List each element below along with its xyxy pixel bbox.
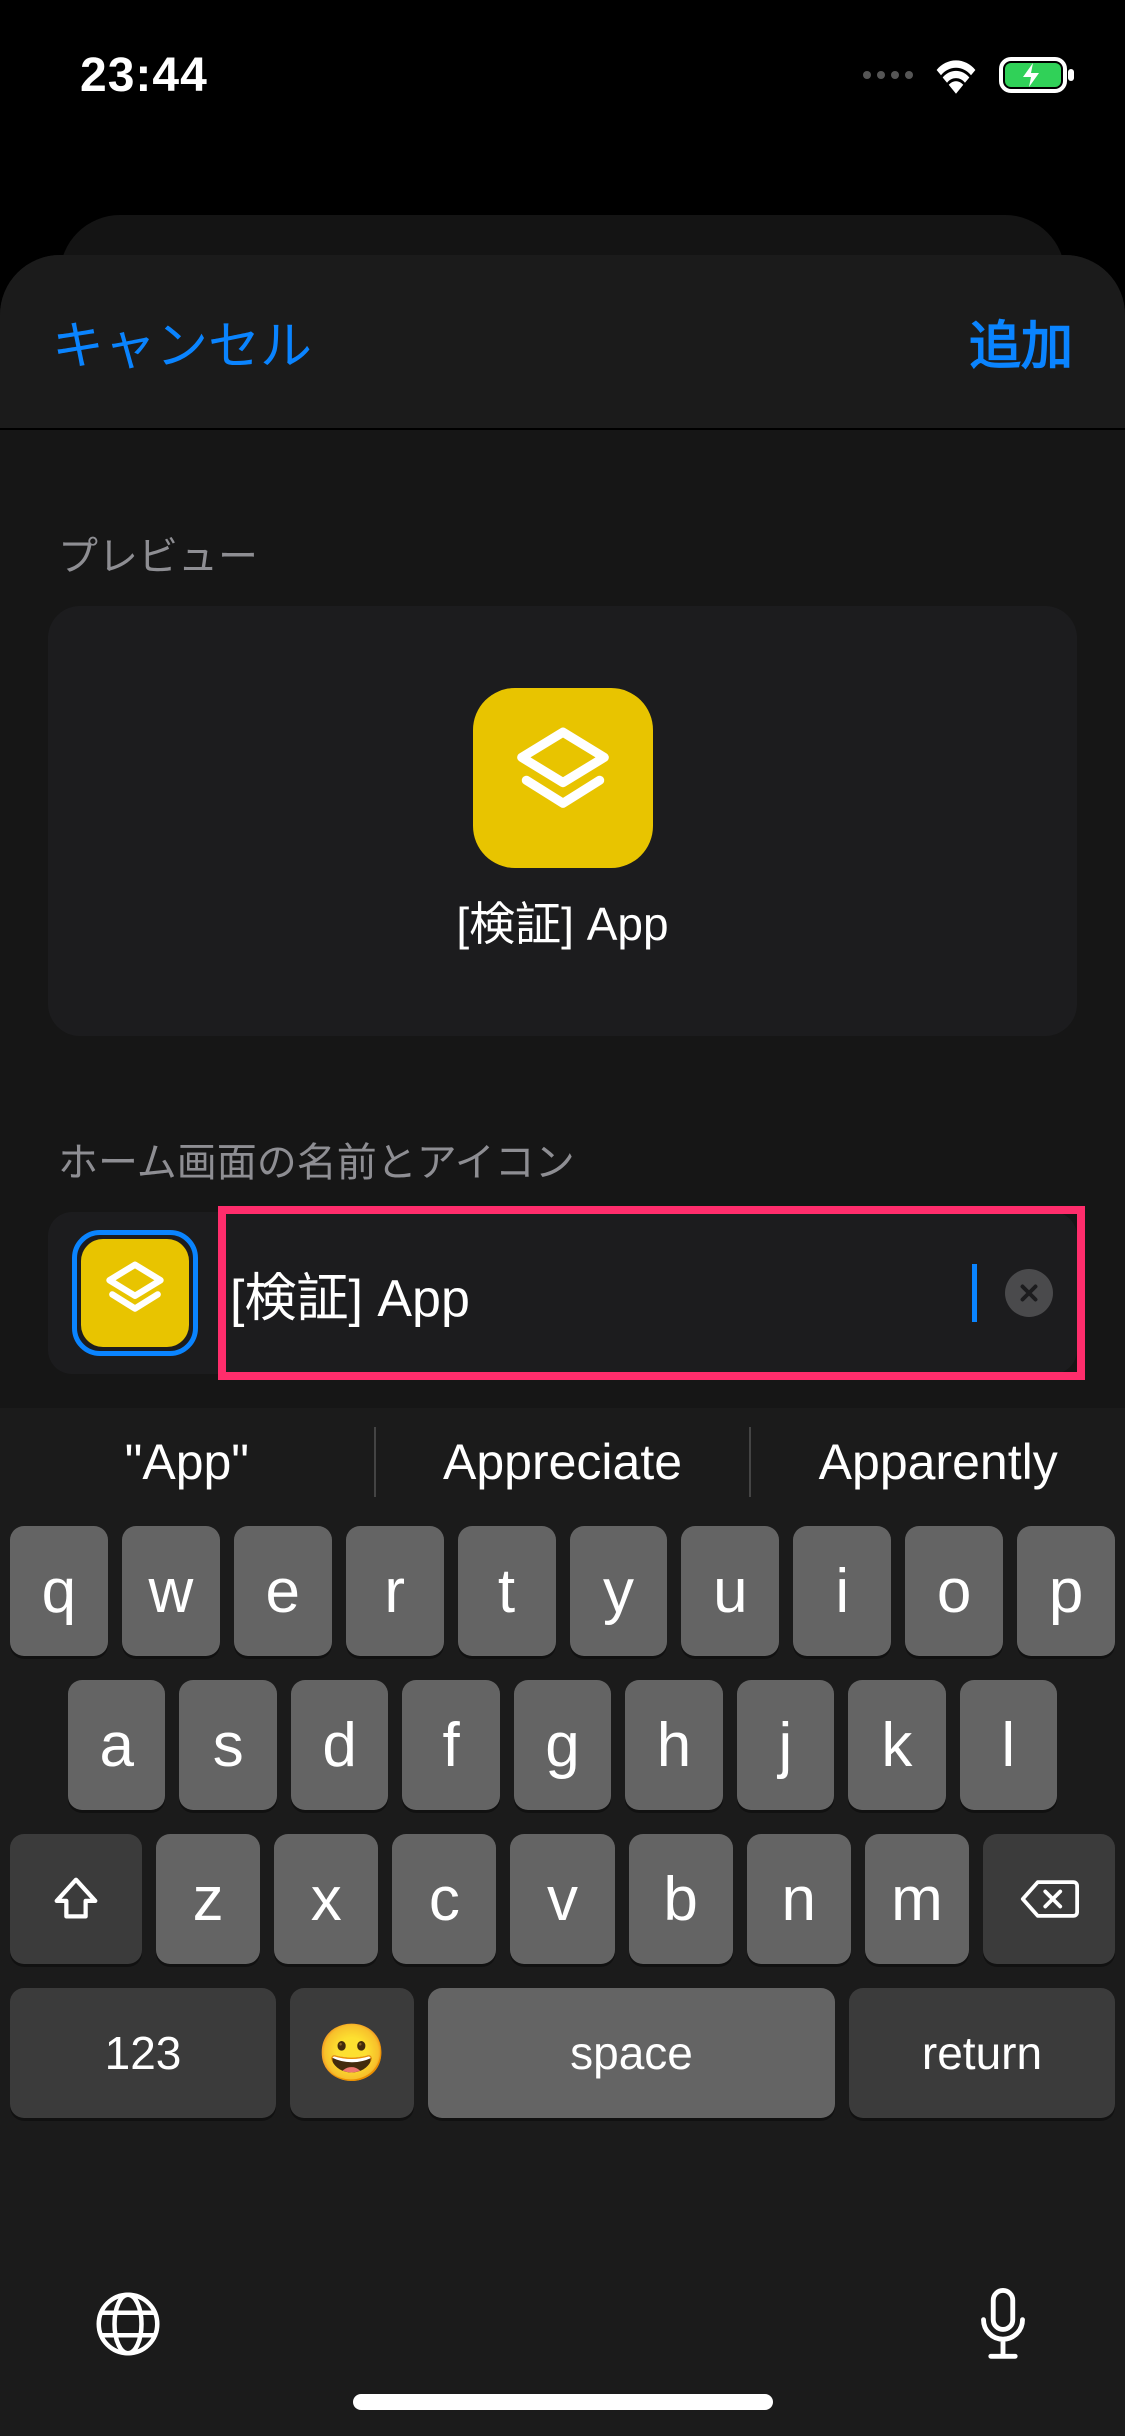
keyboard: "App" Appreciate Apparently q w e r t y … <box>0 1408 1125 2436</box>
key-z[interactable]: z <box>156 1834 260 1964</box>
wifi-icon <box>931 56 981 94</box>
key-d[interactable]: d <box>291 1680 388 1810</box>
suggestion-bar: "App" Appreciate Apparently <box>0 1408 1125 1516</box>
key-l[interactable]: l <box>960 1680 1057 1810</box>
key-j[interactable]: j <box>737 1680 834 1810</box>
globe-key[interactable] <box>92 2288 164 2365</box>
status-time: 23:44 <box>80 48 208 103</box>
key-t[interactable]: t <box>458 1526 556 1656</box>
key-n[interactable]: n <box>747 1834 851 1964</box>
home-indicator[interactable] <box>353 2394 773 2410</box>
name-and-icon-row: [検証] App <box>48 1212 1077 1374</box>
key-b[interactable]: b <box>629 1834 733 1964</box>
microphone-icon <box>973 2288 1033 2366</box>
key-f[interactable]: f <box>402 1680 499 1810</box>
status-bar: 23:44 <box>0 0 1125 140</box>
key-o[interactable]: o <box>905 1526 1003 1656</box>
key-x[interactable]: x <box>274 1834 378 1964</box>
globe-icon <box>92 2288 164 2360</box>
key-r[interactable]: r <box>346 1526 444 1656</box>
status-indicators <box>863 56 1075 94</box>
shift-icon <box>49 1872 103 1926</box>
key-u[interactable]: u <box>681 1526 779 1656</box>
key-p[interactable]: p <box>1017 1526 1115 1656</box>
nav-bar: キャンセル 追加 <box>0 255 1125 430</box>
key-w[interactable]: w <box>122 1526 220 1656</box>
suggestion-1[interactable]: Appreciate <box>376 1433 750 1491</box>
space-key[interactable]: space <box>428 1988 835 2118</box>
kb-row-4: 123 😀 space return <box>10 1988 1115 2118</box>
key-k[interactable]: k <box>848 1680 945 1810</box>
emoji-icon: 😀 <box>317 2020 387 2086</box>
close-icon <box>1016 1280 1042 1306</box>
key-i[interactable]: i <box>793 1526 891 1656</box>
homescreen-section-label: ホーム画面の名前とアイコン <box>48 1036 1077 1212</box>
backspace-key[interactable] <box>983 1834 1115 1964</box>
return-key[interactable]: return <box>849 1988 1115 2118</box>
dictation-key[interactable] <box>973 2288 1033 2371</box>
key-h[interactable]: h <box>625 1680 722 1810</box>
add-button[interactable]: 追加 <box>969 304 1073 379</box>
shift-key[interactable] <box>10 1834 142 1964</box>
text-cursor <box>972 1264 977 1322</box>
key-g[interactable]: g <box>514 1680 611 1810</box>
key-m[interactable]: m <box>865 1834 969 1964</box>
preview-section-label: プレビュー <box>48 430 1077 606</box>
emoji-key[interactable]: 😀 <box>290 1988 414 2118</box>
add-to-home-sheet: キャンセル 追加 プレビュー [検証] App ホーム画面の名前とアイコン <box>0 255 1125 2436</box>
cancel-button[interactable]: キャンセル <box>52 304 312 379</box>
preview-name: [検証] App <box>456 888 668 954</box>
key-q[interactable]: q <box>10 1526 108 1656</box>
icon-picker-button[interactable] <box>72 1230 198 1356</box>
suggestion-0[interactable]: "App" <box>0 1433 374 1491</box>
key-c[interactable]: c <box>392 1834 496 1964</box>
shortcut-icon-preview <box>473 688 653 868</box>
kb-row-1: q w e r t y u i o p <box>10 1526 1115 1656</box>
key-s[interactable]: s <box>179 1680 276 1810</box>
backspace-icon <box>1019 1877 1079 1921</box>
key-a[interactable]: a <box>68 1680 165 1810</box>
key-y[interactable]: y <box>570 1526 668 1656</box>
numbers-key[interactable]: 123 <box>10 1988 276 2118</box>
preview-card: [検証] App <box>48 606 1077 1036</box>
battery-charging-icon <box>999 56 1075 94</box>
clear-text-button[interactable] <box>1005 1269 1053 1317</box>
shortcuts-glyph-icon <box>101 1259 169 1327</box>
key-e[interactable]: e <box>234 1526 332 1656</box>
kb-row-2: a s d f g h j k l <box>10 1680 1115 1810</box>
suggestion-2[interactable]: Apparently <box>751 1433 1125 1491</box>
shortcuts-glyph-icon <box>508 723 618 833</box>
shortcut-name-input[interactable]: [検証] App <box>226 1256 974 1331</box>
kb-row-3: z x c v b n m <box>10 1834 1115 1964</box>
key-v[interactable]: v <box>510 1834 614 1964</box>
dots-indicator <box>863 71 913 79</box>
